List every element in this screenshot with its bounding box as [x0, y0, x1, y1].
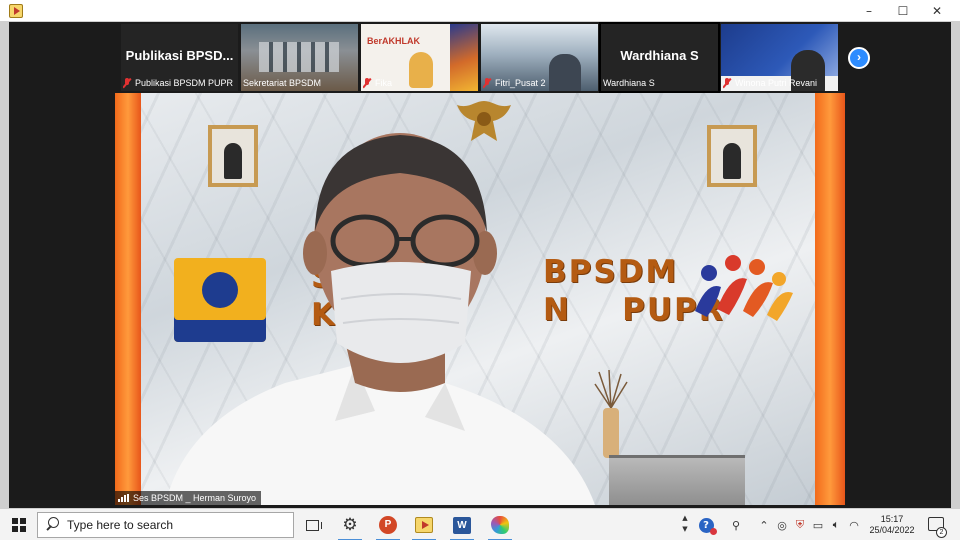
search-icon: [45, 514, 67, 536]
chevron-up-icon[interactable]: ▲: [680, 513, 690, 524]
tray-scroll-buttons[interactable]: ▲ ▼: [680, 513, 690, 537]
participant-thumbnail-sekretariat[interactable]: Sekretariat BPSDM: [241, 24, 358, 91]
people-tray-button[interactable]: ⚲: [728, 517, 744, 533]
participant-label-text: Fika: [375, 78, 393, 88]
help-icon: ?: [698, 517, 717, 535]
desktop-edge-left: [0, 22, 9, 508]
desk-monitor: [609, 455, 745, 505]
window-titlebar: – ☐ ✕: [0, 0, 960, 22]
participant-label-text: Fitri_Pusat 2: [495, 78, 546, 88]
wifi-icon: ◠: [849, 518, 859, 532]
bpsdm-people-logo-icon: [695, 255, 793, 321]
paint-taskbar-button[interactable]: [484, 512, 516, 540]
gear-icon: ⚙: [342, 515, 358, 535]
banner-text: BerAKHLAK: [367, 36, 421, 46]
search-placeholder: Type here to search: [67, 518, 174, 532]
minimize-button[interactable]: –: [852, 0, 886, 22]
clock-time: 15:17: [880, 514, 904, 524]
wall-portrait-right: [707, 125, 757, 187]
participant-label: Fitri_Pusat 2: [483, 77, 596, 89]
word-taskbar-button[interactable]: W: [446, 512, 478, 540]
windows-taskbar: Type here to search ⚙ P W ▲ ▼ ? ⚲ ⌃ ◎ ⛨ …: [0, 508, 960, 540]
powerpoint-icon: P: [379, 516, 397, 534]
speaker-person: [165, 133, 595, 505]
zoom-icon: [415, 517, 433, 533]
task-view-icon: [305, 519, 322, 531]
participant-thumbnail-strip: Publikasi BPSD... Publikasi BPSDM PUPR S…: [121, 22, 839, 93]
network-tray-button[interactable]: ◠: [846, 517, 862, 533]
notification-count-badge: 2: [936, 527, 947, 538]
zoom-app-icon: [9, 4, 23, 18]
taskbar-search-box[interactable]: Type here to search: [37, 512, 294, 538]
mic-muted-icon: [723, 78, 731, 88]
participant-label-text: Publikasi BPSDM PUPR: [135, 78, 234, 88]
participant-label: Publikasi BPSDM PUPR: [123, 77, 236, 89]
mic-muted-icon: [123, 78, 131, 88]
close-button[interactable]: ✕: [920, 0, 954, 22]
participant-thumbnail-wardhiana[interactable]: Wardhiana S Wardhiana S: [599, 22, 720, 93]
chevron-up-icon: ⌃: [759, 518, 769, 532]
clock-date: 25/04/2022: [869, 525, 915, 535]
mic-muted-icon: [483, 78, 491, 88]
participant-thumbnail-fitri[interactable]: Fitri_Pusat 2: [481, 24, 598, 91]
participant-label-text: Sekretariat BPSDM: [243, 78, 322, 88]
mic-muted-icon: [363, 78, 371, 88]
task-view-button[interactable]: [296, 512, 328, 538]
battery-icon: ▭: [812, 518, 824, 532]
speaker-name-label: Ses BPSDM _ Herman Suroyo: [115, 491, 262, 505]
participant-label: Sekretariat BPSDM: [243, 77, 356, 89]
taskbar-clock[interactable]: 15:17 25/04/2022: [866, 514, 918, 536]
people-icon: ⚲: [731, 518, 741, 532]
security-tray-button[interactable]: ⛨: [792, 517, 808, 533]
show-hidden-icons-button[interactable]: ⌃: [756, 517, 772, 533]
participant-label-text: Winona Putri Revani: [735, 78, 818, 88]
participant-name-large: Publikasi BPSD...: [125, 48, 234, 63]
zoom-taskbar-button[interactable]: [408, 512, 440, 540]
chevron-right-icon: ›: [857, 50, 861, 64]
speaker-name: Ses BPSDM _ Herman Suroyo: [133, 493, 257, 503]
participant-label: Fika: [363, 77, 476, 89]
orange-pillar-left: [115, 93, 141, 505]
desktop-edge-right: [951, 22, 960, 508]
word-icon: W: [453, 516, 471, 534]
signal-strength-icon: [118, 494, 129, 502]
settings-taskbar-button[interactable]: ⚙: [334, 512, 366, 540]
orange-pillar-right: [815, 93, 845, 505]
participant-thumbnail-fika[interactable]: BerAKHLAK Fika: [361, 24, 478, 91]
volume-tray-button[interactable]: 🔈︎: [828, 517, 844, 533]
chevron-down-icon[interactable]: ▼: [680, 524, 690, 535]
participant-thumbnail-winona[interactable]: Winona Putri Revani: [721, 24, 838, 91]
shield-icon: ⛨: [795, 518, 805, 531]
participant-label: Winona Putri Revani: [723, 77, 836, 89]
help-tray-button[interactable]: ?: [698, 517, 717, 535]
active-speaker-video[interactable]: S KE BPSDM N PUPR: [115, 93, 845, 505]
participant-name-large: Wardhiana S: [620, 48, 699, 63]
windows-start-icon[interactable]: [12, 518, 26, 532]
next-page-button[interactable]: ›: [848, 47, 870, 69]
participant-label: Wardhiana S: [603, 77, 716, 89]
battery-tray-button[interactable]: ▭: [810, 517, 826, 533]
tray-app-icon: ◎: [777, 518, 787, 532]
maximize-button[interactable]: ☐: [886, 0, 920, 22]
participant-label-text: Wardhiana S: [603, 78, 655, 88]
speaker-volume-icon: 🔈︎: [832, 518, 840, 531]
tray-app-button[interactable]: ◎: [774, 517, 790, 533]
paint-icon: [491, 516, 509, 534]
participant-thumbnail-publikasi[interactable]: Publikasi BPSD... Publikasi BPSDM PUPR: [121, 24, 238, 91]
zoom-meeting-window: – ☐ ✕ Publikasi BPSD... Publikasi BPSDM …: [0, 0, 960, 540]
powerpoint-taskbar-button[interactable]: P: [372, 512, 404, 540]
